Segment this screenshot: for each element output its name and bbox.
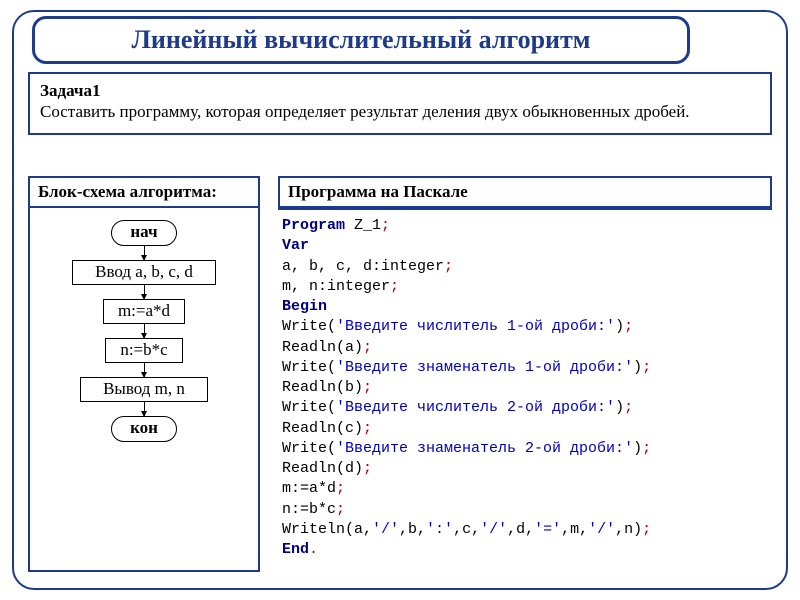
semicolon: ; bbox=[642, 359, 651, 376]
flow-output: Вывод m, n bbox=[80, 377, 208, 402]
slide-title: Линейный вычислительный алгоритм bbox=[32, 16, 690, 64]
semicolon: ; bbox=[390, 278, 399, 295]
string-literal: '/' bbox=[480, 521, 507, 538]
flowchart-column: Блок-схема алгоритма: нач Ввод a, b, c, … bbox=[28, 176, 260, 576]
code-text: Readln(b) bbox=[282, 379, 363, 396]
code-text: ,c, bbox=[453, 521, 480, 538]
code-text: Readln(a) bbox=[282, 339, 363, 356]
pascal-heading: Программа на Паскале bbox=[278, 176, 772, 210]
kw-var: Var bbox=[282, 237, 309, 254]
code-text: Readln(c) bbox=[282, 420, 363, 437]
arrow-icon bbox=[144, 246, 145, 260]
semicolon: ; bbox=[336, 501, 345, 518]
pascal-column: Программа на Паскале Program Z_1; Var a,… bbox=[278, 176, 772, 576]
flow-input: Ввод a, b, c, d bbox=[72, 260, 216, 285]
code-text: ,d, bbox=[507, 521, 534, 538]
arrow-icon bbox=[144, 402, 145, 416]
semicolon: ; bbox=[444, 258, 453, 275]
code-text: m, n:integer bbox=[282, 278, 390, 295]
code-text: m:=a*d bbox=[282, 480, 336, 497]
flow-start: нач bbox=[111, 220, 176, 246]
string-literal: 'Введите числитель 1-ой дроби:' bbox=[336, 318, 615, 335]
period: . bbox=[309, 541, 318, 558]
flowchart-heading: Блок-схема алгоритма: bbox=[28, 176, 260, 208]
string-literal: 'Введите знаменатель 2-ой дроби:' bbox=[336, 440, 633, 457]
semicolon: ; bbox=[624, 399, 633, 416]
semicolon: ; bbox=[642, 521, 651, 538]
code-text: Write( bbox=[282, 318, 336, 335]
task-box: Задача1 Составить программу, которая опр… bbox=[28, 72, 772, 135]
string-literal: '=' bbox=[534, 521, 561, 538]
code-text: ) bbox=[615, 399, 624, 416]
code-text: a, b, c, d:integer bbox=[282, 258, 444, 275]
flow-step-1: m:=a*d bbox=[103, 299, 185, 324]
task-text: Составить программу, которая определяет … bbox=[40, 102, 690, 121]
semicolon: ; bbox=[642, 440, 651, 457]
code-text: n:=b*c bbox=[282, 501, 336, 518]
kw-program: Program bbox=[282, 217, 345, 234]
semicolon: ; bbox=[336, 480, 345, 497]
code-text: ) bbox=[633, 359, 642, 376]
semicolon: ; bbox=[363, 420, 372, 437]
arrow-icon bbox=[144, 363, 145, 377]
flow-end: кон bbox=[111, 416, 177, 442]
string-literal: 'Введите знаменатель 1-ой дроби:' bbox=[336, 359, 633, 376]
code-text: ) bbox=[633, 440, 642, 457]
code-text: Write( bbox=[282, 440, 336, 457]
string-literal: ':' bbox=[426, 521, 453, 538]
pascal-code: Program Z_1; Var a, b, c, d:integer; m, … bbox=[278, 210, 772, 566]
arrow-icon bbox=[144, 285, 145, 299]
flow-step-2: n:=b*c bbox=[105, 338, 182, 363]
string-literal: 'Введите числитель 2-ой дроби:' bbox=[336, 399, 615, 416]
code-text: Writeln(a, bbox=[282, 521, 372, 538]
string-literal: '/' bbox=[372, 521, 399, 538]
code-text: ,n) bbox=[615, 521, 642, 538]
code-text: ) bbox=[615, 318, 624, 335]
semicolon: ; bbox=[363, 460, 372, 477]
code-text: Write( bbox=[282, 359, 336, 376]
semicolon: ; bbox=[624, 318, 633, 335]
code-text: Z_1 bbox=[345, 217, 381, 234]
code-text: Write( bbox=[282, 399, 336, 416]
semicolon: ; bbox=[381, 217, 390, 234]
kw-end: End bbox=[282, 541, 309, 558]
task-heading: Задача1 bbox=[40, 81, 100, 100]
code-text: Readln(d) bbox=[282, 460, 363, 477]
semicolon: ; bbox=[363, 379, 372, 396]
kw-begin: Begin bbox=[282, 298, 327, 315]
arrow-icon bbox=[144, 324, 145, 338]
code-text: ,b, bbox=[399, 521, 426, 538]
string-literal: '/' bbox=[588, 521, 615, 538]
flowchart-area: нач Ввод a, b, c, d m:=a*d n:=b*c Вывод … bbox=[28, 208, 260, 572]
code-text: ,m, bbox=[561, 521, 588, 538]
semicolon: ; bbox=[363, 339, 372, 356]
